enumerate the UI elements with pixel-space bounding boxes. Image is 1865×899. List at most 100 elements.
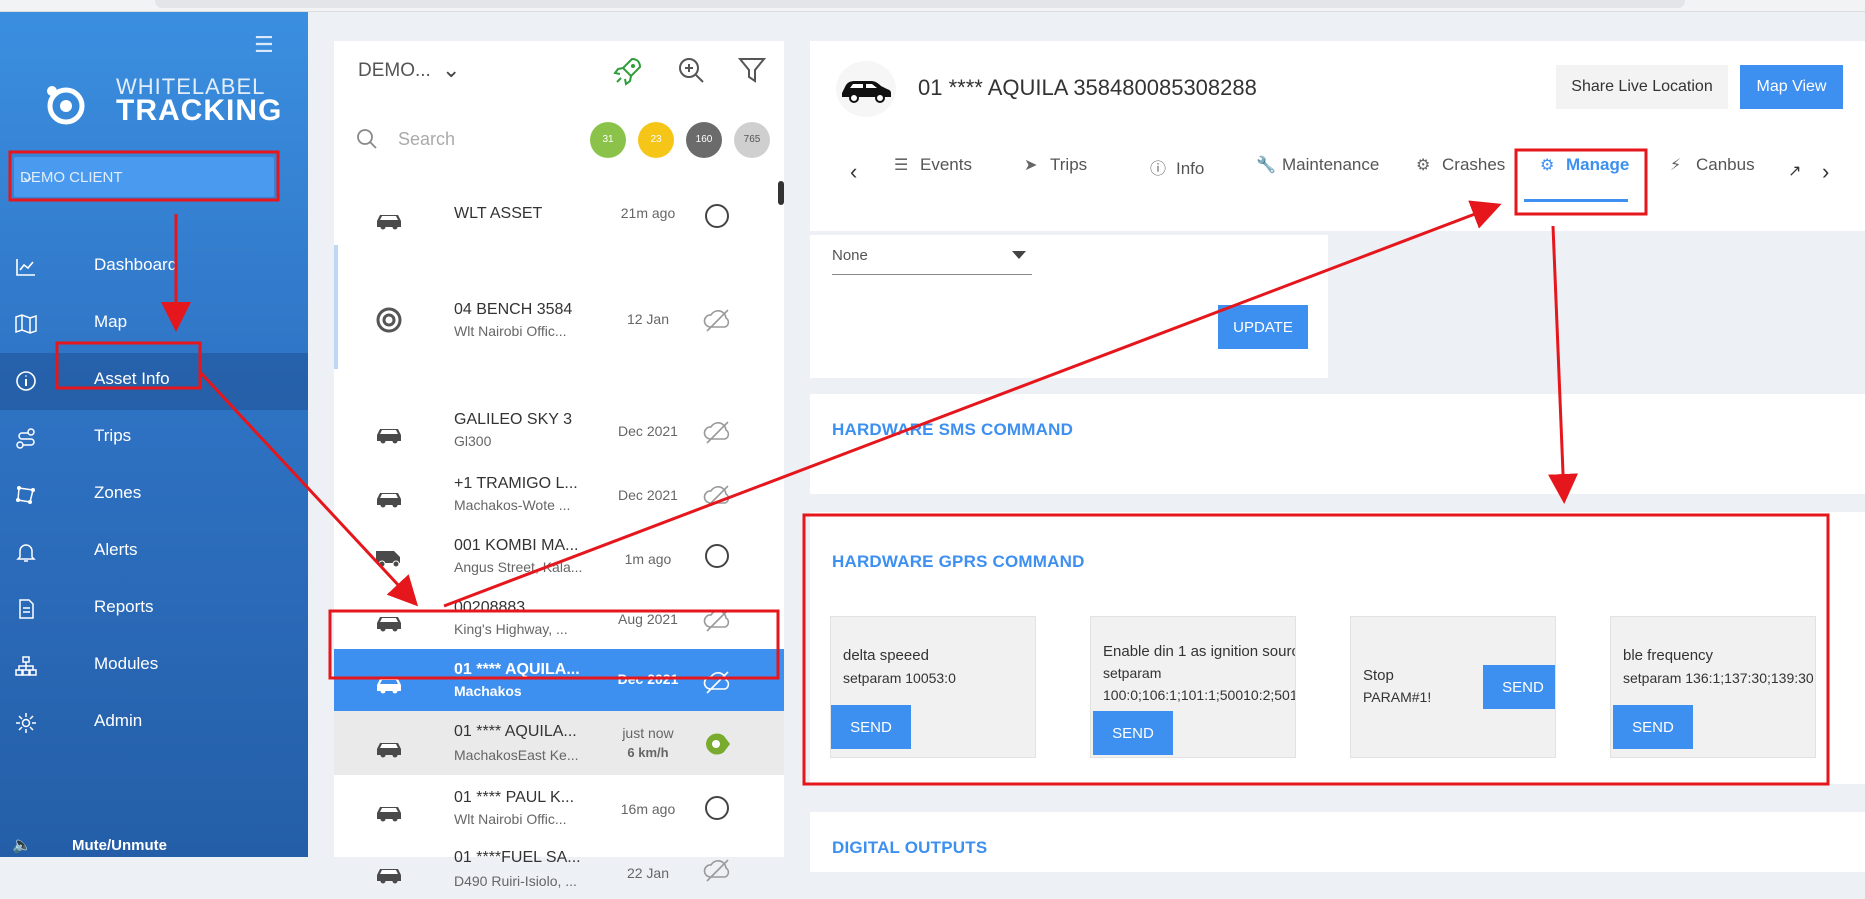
- caret-down-icon: [1012, 251, 1026, 259]
- digital-outputs-card: DIGITAL OUTPUTS: [810, 812, 1865, 872]
- asset-row[interactable]: 01 **** AQUILA... MachakosEast Ke... just …: [334, 711, 784, 775]
- asset-location: MachakosEast Ke...: [454, 747, 579, 763]
- tab-trips[interactable]: ➤ Trips: [1024, 155, 1087, 201]
- list-icon: ☰: [894, 157, 909, 174]
- digital-outputs-title: DIGITAL OUTPUTS: [832, 838, 988, 857]
- tabs-next-icon[interactable]: ›: [1822, 159, 1829, 185]
- asset-location: Wlt Nairobi Offic...: [454, 811, 567, 827]
- asset-row[interactable]: WLT ASSET 21m ago: [334, 181, 784, 253]
- asset-time: Dec 2021: [617, 671, 679, 687]
- sidebar-item-label: Map: [94, 312, 128, 331]
- sidebar-nav: Dashboard Map Asset Info Trips Zones Ale…: [0, 239, 308, 752]
- sidebar-item-admin[interactable]: Admin: [0, 695, 308, 752]
- command-name: delta speeed: [843, 647, 929, 664]
- asset-row[interactable]: 00208883 King's Highway, ... Aug 2021: [334, 587, 784, 649]
- asset-row[interactable]: 01 **** PAUL K... Wlt Nairobi Offic... 16m…: [334, 775, 784, 837]
- asset-row[interactable]: 04 BENCH 3584 Wlt Nairobi Offic... 12 Jan: [334, 253, 784, 399]
- sidebar-item-zones[interactable]: Zones: [0, 467, 308, 524]
- zone-icon: [16, 486, 35, 504]
- sidebar-item-reports[interactable]: Reports: [0, 581, 308, 638]
- chevron-down-icon: ⌄: [20, 166, 36, 186]
- sidebar-item-trips[interactable]: Trips: [0, 410, 308, 467]
- asset-time: 1m ago: [624, 551, 672, 567]
- command-card-stop: Stop PARAM#1! SEND: [1350, 616, 1556, 758]
- send-button[interactable]: SEND: [831, 705, 911, 749]
- tab-events[interactable]: ☰ Events: [894, 155, 972, 201]
- setting-select[interactable]: None: [832, 241, 1032, 275]
- sidebar: ☰ WHITELABEL TRACKING DEMO CLIENT ⌄ Dash…: [0, 12, 308, 857]
- asset-time: Dec 2021: [618, 487, 678, 503]
- share-live-location-button[interactable]: Share Live Location: [1556, 65, 1728, 109]
- asset-row[interactable]: GALILEO SKY 3 Gl300 Dec 2021: [334, 399, 784, 463]
- sms-command-title: HARDWARE SMS COMMAND: [832, 420, 1074, 439]
- send-button[interactable]: SEND: [1093, 711, 1173, 755]
- sidebar-item-label: Asset Info: [94, 369, 170, 388]
- sidebar-item-alerts[interactable]: Alerts: [0, 524, 308, 581]
- asset-row[interactable]: +1 TRAMIGO L... Machakos-Wote ... Dec 2021: [334, 463, 784, 525]
- tab-canbus[interactable]: ⚡ Canbus: [1670, 155, 1755, 201]
- asset-location: Wlt Nairobi Offic...: [454, 323, 567, 339]
- update-button[interactable]: UPDATE: [1218, 305, 1308, 349]
- tab-info[interactable]: ⓘ Info: [1150, 155, 1204, 201]
- chart-icon: [16, 259, 35, 276]
- group-select[interactable]: DEMO...: [358, 60, 431, 82]
- rocket-icon[interactable]: [612, 55, 644, 87]
- mute-toggle[interactable]: 🔈 Mute/Unmute: [0, 832, 308, 862]
- client-select[interactable]: DEMO CLIENT ⌄: [14, 157, 274, 197]
- status-ring-icon: [705, 796, 729, 820]
- badge-stopped[interactable]: 160: [686, 122, 722, 158]
- cloud-off-icon: [703, 485, 730, 508]
- badge-online[interactable]: 31: [590, 122, 626, 158]
- gear-icon: [16, 713, 36, 733]
- tab-label: Maintenance: [1282, 155, 1380, 174]
- car-icon: [377, 679, 401, 694]
- external-link-icon[interactable]: ↗: [1788, 161, 1801, 181]
- zoom-in-icon[interactable]: [676, 55, 706, 85]
- send-button[interactable]: SEND: [1613, 705, 1693, 749]
- puzzle-icon: ⚙: [1416, 157, 1431, 174]
- asset-list-panel: DEMO... ⌄ 31 23 160 765 WLT ASSET 21m ago…: [334, 41, 784, 889]
- sidebar-item-asset-info[interactable]: Asset Info: [0, 353, 308, 410]
- command-name: Stop: [1363, 667, 1394, 684]
- filter-icon[interactable]: [738, 55, 766, 85]
- asset-time: Dec 2021: [618, 423, 678, 439]
- tab-maintenance[interactable]: 🔧 Maintenance: [1256, 155, 1379, 201]
- command-card-ignition: Enable din 1 as ignition source setparam…: [1090, 616, 1296, 758]
- address-bar[interactable]: [155, 0, 1685, 8]
- asset-title: 01 **** AQUILA 358480085308288: [918, 75, 1257, 100]
- asset-row[interactable]: 01 ****FUEL SA... D490 Ruiri-Isiolo, ... 2…: [334, 837, 784, 899]
- chevron-down-icon[interactable]: ⌄: [442, 57, 460, 83]
- sidebar-item-map[interactable]: Map: [0, 296, 308, 353]
- asset-name: 04 BENCH 3584: [454, 301, 573, 318]
- badge-offline[interactable]: 765: [734, 122, 770, 158]
- speaker-icon: 🔈: [12, 837, 32, 854]
- collapse-menu-icon[interactable]: ☰: [254, 32, 274, 58]
- asset-time: 21m ago: [620, 205, 676, 221]
- send-button[interactable]: SEND: [1483, 665, 1555, 709]
- sidebar-item-label: Reports: [94, 597, 154, 616]
- browser-top-strip: [0, 0, 1865, 12]
- tab-manage[interactable]: ⚙ Manage: [1540, 155, 1629, 201]
- asset-name: 01 **** AQUILA...: [454, 723, 577, 740]
- tab-label: Events: [920, 155, 972, 174]
- sidebar-item-modules[interactable]: Modules: [0, 638, 308, 695]
- car-icon: [377, 215, 401, 230]
- modules-icon: [15, 656, 37, 676]
- search-input[interactable]: [396, 124, 576, 154]
- asset-row[interactable]: 01 **** AQUILA... Machakos Dec 2021: [334, 649, 784, 711]
- map-view-button[interactable]: Map View: [1740, 65, 1843, 109]
- asset-row[interactable]: 001 KOMBI MA... Angus Street, Kala... 1m a…: [334, 525, 784, 587]
- sidebar-item-label: Modules: [94, 654, 159, 673]
- sidebar-item-dashboard[interactable]: Dashboard: [0, 239, 308, 296]
- gprs-command-card: HARDWARE GPRS COMMAND delta speeed setpa…: [810, 512, 1865, 784]
- tabs-prev-icon[interactable]: ‹: [850, 159, 857, 185]
- status-ring-icon: [705, 544, 729, 568]
- info-icon: [16, 371, 36, 391]
- lifebuoy-icon: [376, 307, 402, 333]
- asset-time: 16m ago: [620, 801, 676, 817]
- tab-crashes[interactable]: ⚙ Crashes: [1416, 155, 1505, 201]
- asset-location: Angus Street, Kala...: [454, 559, 583, 575]
- badge-idle[interactable]: 23: [638, 122, 674, 158]
- engine-icon: ⚡: [1670, 157, 1682, 174]
- car-icon: [377, 493, 401, 508]
